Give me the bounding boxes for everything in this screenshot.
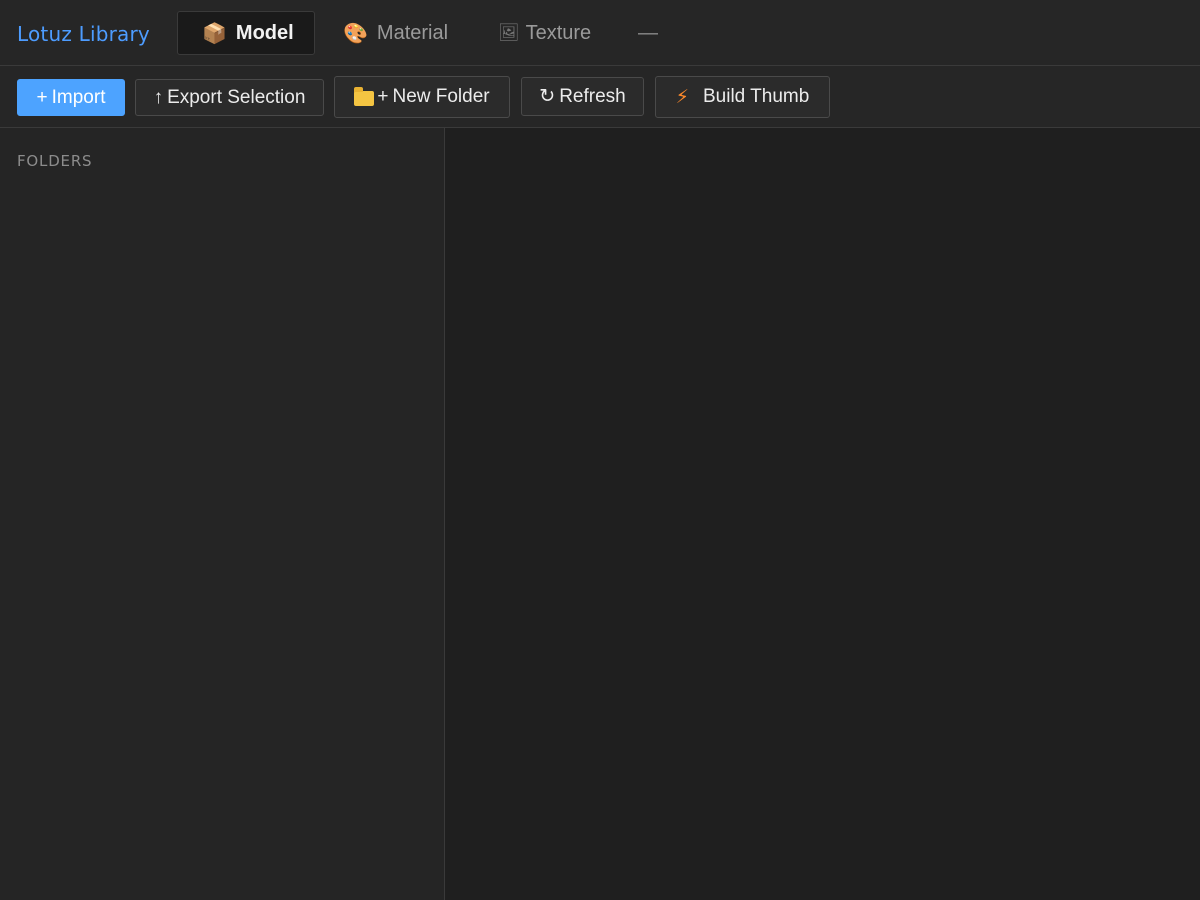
new-folder-button[interactable]: + New Folder (334, 76, 510, 118)
palette-icon: 🎨 (343, 22, 368, 45)
lightning-icon: ⚡ (675, 86, 689, 108)
folder-icon (354, 86, 375, 106)
build-thumb-button[interactable]: ⚡ Build Thumb (655, 76, 830, 118)
import-button[interactable]: + Import (17, 79, 125, 116)
tab-model-label: Model (235, 21, 294, 44)
refresh-button[interactable]: ↻ Refresh (521, 77, 644, 116)
tab-more[interactable]: — (638, 11, 662, 55)
toolbar: + Import ↑ Export Selection + New Folder… (0, 66, 1200, 128)
tab-material[interactable]: 🎨 Material (343, 11, 463, 55)
framed-picture-icon: 🖼 (498, 23, 520, 42)
app-window: Lotuz Library 📦 Model 🎨 Material 🖼 Textu… (0, 0, 1200, 900)
new-folder-button-label: New Folder (392, 86, 490, 107)
export-selection-button-label: Export Selection (167, 86, 306, 108)
plus-icon: + (36, 86, 48, 108)
app-title: Lotuz Library (17, 22, 150, 46)
package-icon: 📦 (202, 22, 227, 45)
tab-texture-label: Texture (525, 21, 592, 44)
tab-more-label: — (638, 21, 658, 44)
tab-material-label: Material (376, 21, 449, 44)
import-button-label: Import (51, 86, 106, 108)
build-thumb-button-label: Build Thumb (703, 86, 810, 107)
folders-heading: FOLDERS (17, 152, 93, 170)
folders-sidebar: FOLDERS (0, 128, 445, 900)
export-selection-button[interactable]: ↑ Export Selection (135, 79, 324, 116)
arrow-up-icon: ↑ (153, 86, 164, 108)
tab-texture[interactable]: 🖼 Texture (498, 11, 608, 55)
plus-icon: + (377, 86, 389, 107)
refresh-icon: ↻ (539, 86, 556, 107)
tab-model[interactable]: 📦 Model (177, 11, 315, 55)
title-bar: Lotuz Library 📦 Model 🎨 Material 🖼 Textu… (0, 0, 1200, 66)
refresh-button-label: Refresh (559, 85, 626, 107)
asset-grid-area[interactable] (445, 128, 1200, 900)
